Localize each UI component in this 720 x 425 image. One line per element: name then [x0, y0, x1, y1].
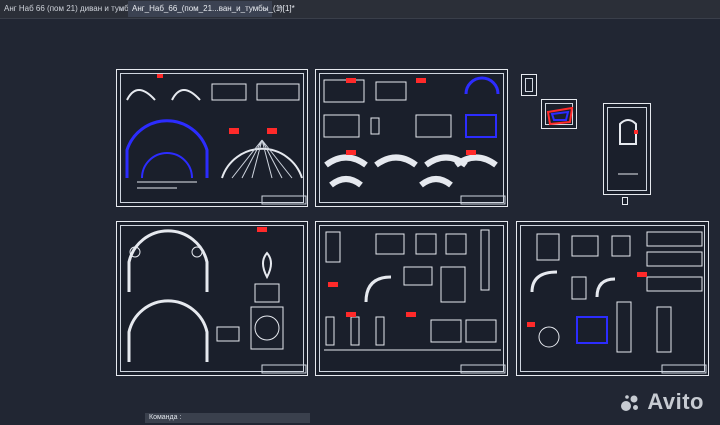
tab-document-1[interactable]: Анг Наб 66 (пом 21) диван и тумбы (1)* ×: [0, 1, 150, 17]
drawing-canvas[interactable]: [0, 19, 720, 425]
avito-logo-icon: [621, 395, 639, 411]
sheet-drawing-1: [125, 74, 307, 205]
drawing-sheet-small-3[interactable]: [603, 103, 651, 195]
new-tab-button[interactable]: +: [274, 1, 286, 17]
sheet-drawing-2: [323, 76, 506, 205]
drawing-sheet-3[interactable]: [116, 221, 308, 376]
drawing-sheet-small-4[interactable]: [622, 197, 628, 205]
sheet-drawing-5: [527, 231, 707, 374]
sheet-drawing-3: [127, 227, 307, 374]
tab-document-2-label: Анг_Наб_66_(пом_21...ван_и_тумбы_(1)[1]*: [132, 4, 295, 13]
avito-watermark: Avito: [621, 389, 704, 415]
drawing-sheet-5[interactable]: [516, 221, 709, 376]
drawing-sheet-1[interactable]: [116, 69, 308, 207]
drawing-sheet-small-1[interactable]: [521, 74, 537, 96]
sheet-drawing-small-3: [618, 119, 638, 175]
drawing-sheet-2[interactable]: [315, 69, 508, 207]
command-line-label: Команда :: [149, 414, 182, 421]
tab-document-2[interactable]: Анг_Наб_66_(пом_21...ван_и_тумбы_(1)[1]*…: [128, 1, 295, 17]
close-icon[interactable]: ×: [119, 1, 124, 17]
drawing-sheet-4[interactable]: [315, 221, 508, 376]
drawing-sheet-small-2[interactable]: [541, 99, 577, 129]
sheet-frame: [525, 78, 533, 92]
document-tab-bar: Анг Наб 66 (пом 21) диван и тумбы (1)* ×…: [0, 0, 720, 19]
watermark-text: Avito: [647, 389, 704, 414]
command-line[interactable]: Команда :: [145, 413, 310, 423]
close-icon[interactable]: ×: [264, 1, 269, 17]
sheet-drawing-4: [324, 229, 506, 374]
sheet-drawing-small-2: [546, 106, 574, 126]
